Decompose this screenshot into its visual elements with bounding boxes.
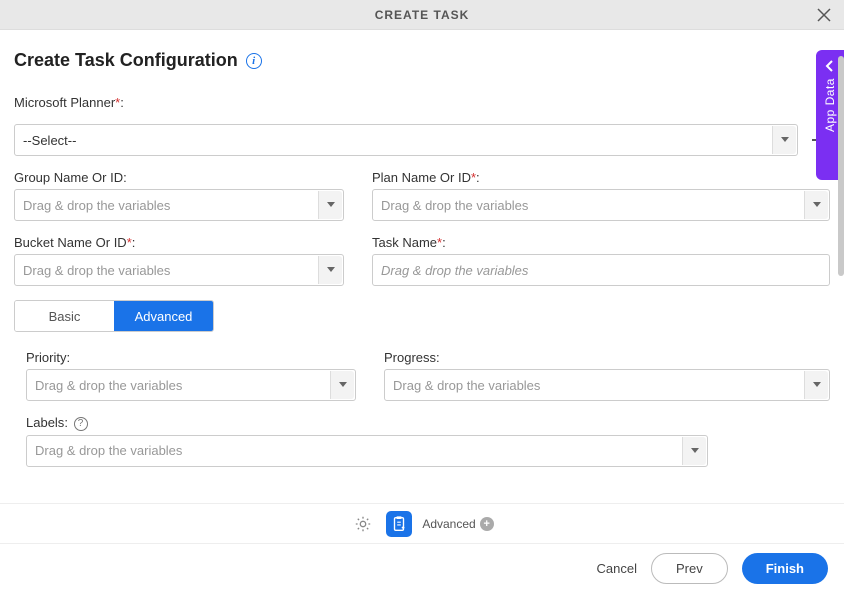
chevron-down-icon xyxy=(804,371,828,399)
cancel-button[interactable]: Cancel xyxy=(597,561,637,576)
close-button[interactable] xyxy=(814,5,834,25)
close-icon xyxy=(817,8,831,22)
chevron-down-icon xyxy=(682,437,706,465)
help-icon[interactable]: ? xyxy=(74,417,88,431)
chevron-down-icon xyxy=(804,191,828,219)
group-select[interactable]: Drag & drop the variables xyxy=(14,189,344,221)
progress-label: Progress: xyxy=(384,350,830,365)
bucket-select[interactable]: Drag & drop the variables xyxy=(14,254,344,286)
bucket-label: Bucket Name Or ID*: xyxy=(14,235,344,250)
labels-select[interactable]: Drag & drop the variables xyxy=(26,435,708,467)
content-area: Create Task Configuration i Microsoft Pl… xyxy=(0,30,844,505)
info-icon[interactable]: i xyxy=(246,53,262,69)
gear-icon xyxy=(354,515,372,533)
plus-circle-icon: + xyxy=(480,517,494,531)
chevron-left-icon xyxy=(824,60,836,72)
planner-select[interactable]: --Select-- xyxy=(14,124,798,156)
modal-header: CREATE TASK xyxy=(0,0,844,30)
advanced-toggle[interactable]: Advanced + xyxy=(422,517,493,531)
progress-select[interactable]: Drag & drop the variables xyxy=(384,369,830,401)
template-button[interactable] xyxy=(386,511,412,537)
tab-group: Basic Advanced xyxy=(14,300,214,332)
planner-label: Microsoft Planner*: xyxy=(14,95,830,110)
finish-button[interactable]: Finish xyxy=(742,553,828,584)
prev-button[interactable]: Prev xyxy=(651,553,728,584)
priority-label: Priority: xyxy=(26,350,356,365)
plan-select[interactable]: Drag & drop the variables xyxy=(372,189,830,221)
chevron-down-icon xyxy=(330,371,354,399)
clipboard-icon xyxy=(390,515,408,533)
tab-basic[interactable]: Basic xyxy=(15,301,114,331)
bottom-toolbar: Advanced + xyxy=(0,503,844,543)
chevron-down-icon xyxy=(772,126,796,154)
chevron-down-icon xyxy=(318,191,342,219)
settings-button[interactable] xyxy=(350,511,376,537)
page-title: Create Task Configuration xyxy=(14,50,238,71)
priority-select[interactable]: Drag & drop the variables xyxy=(26,369,356,401)
task-label: Task Name*: xyxy=(372,235,830,250)
side-tab-label: App Data xyxy=(823,78,837,132)
modal-title: CREATE TASK xyxy=(375,8,470,22)
footer: Cancel Prev Finish xyxy=(0,543,844,593)
group-label: Group Name Or ID: xyxy=(14,170,344,185)
chevron-down-icon xyxy=(318,256,342,284)
plan-label: Plan Name Or ID*: xyxy=(372,170,830,185)
tab-advanced[interactable]: Advanced xyxy=(114,301,213,331)
task-name-input[interactable]: Drag & drop the variables xyxy=(372,254,830,286)
labels-label: Labels: ? xyxy=(26,415,830,431)
scrollbar[interactable] xyxy=(838,56,844,276)
